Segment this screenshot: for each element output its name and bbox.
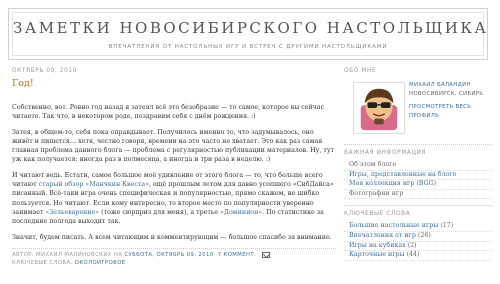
keyword-item: Впечатления от игр (26) — [344, 232, 492, 242]
blog-page: ЗАМЕТКИ НОВОСИБИРСКОГО НАСТОЛЬЩИКА Впеча… — [0, 0, 500, 284]
keywords-widget: Ключевые слова Большие настольные игры (… — [344, 205, 492, 261]
header-frame: ЗАМЕТКИ НОВОСИБИРСКОГО НАСТОЛЬЩИКА Впеча… — [12, 12, 486, 56]
keyword-link[interactable]: Впечатления от игр — [349, 232, 416, 239]
potion-making-link[interactable]: «Зельеварение» — [45, 209, 99, 216]
keyword-link[interactable]: Большие настольные игры — [349, 222, 438, 229]
sidebar-link-item: Об этом блоге — [344, 161, 492, 171]
sidebar-link[interactable]: Об этом блоге — [349, 161, 396, 168]
keyword-item: Игры на кубиках (2) — [344, 242, 492, 252]
sidebar: Обо мне Михаил Баландин Новосибирск, Сиб… — [344, 68, 492, 267]
view-full-profile-link[interactable]: Просмотреть весь профиль — [409, 103, 492, 120]
post-column: Октябрь 09, 2010 Год! Собственно, вот. Р… — [12, 68, 336, 267]
sidebar-link-item: Фотографии игр — [344, 190, 492, 200]
keywords-heading: Ключевые слова — [344, 211, 411, 218]
keyword-count: (2) — [407, 241, 417, 249]
posted-on-text: на — [113, 251, 123, 258]
important-links-list: Об этом блоге Игры, представленные на бло… — [344, 161, 492, 200]
comments-link[interactable]: 7 коммент. — [218, 252, 256, 258]
post-date: Октябрь 09, 2010 — [12, 68, 77, 74]
keyword-count: (44) — [406, 251, 420, 259]
keyword-item: Карточные игры (44) — [344, 251, 492, 261]
keyword-link[interactable]: Карточные игры — [349, 251, 405, 258]
label-link[interactable]: околоигровое — [75, 260, 126, 266]
labels-prefix: Ключевые слова: — [12, 259, 73, 266]
about-heading: Обо мне — [344, 68, 377, 74]
post-paragraph: Значит, будем писать. А всем читающим и … — [12, 233, 332, 241]
keyword-count: (17) — [440, 222, 454, 230]
blog-description: Впечатления от настольных игр и встреч с… — [108, 44, 388, 50]
keyword-link[interactable]: Игры на кубиках — [349, 242, 406, 249]
post-footer: Автор: Михаил Малиновских на суббота, ок… — [12, 247, 336, 267]
profile-info: Михаил Баландин Новосибирск, Сибирь Прос… — [409, 79, 492, 134]
munchkin-quest-review-link[interactable]: старый обзор «Манчкин Квеста» — [39, 181, 149, 188]
important-info-widget: Важная информация Об этом блоге Игры, пре… — [344, 144, 492, 200]
profile-name-link[interactable]: Михаил Баландин — [409, 81, 492, 90]
sidebar-link[interactable]: Моя коллекция игр (BGG) — [349, 180, 436, 187]
profile-location: Новосибирск, Сибирь — [409, 90, 484, 97]
author-prefix: Автор: — [12, 251, 35, 258]
post-body: Собственно, вот. Ровно год назад я затея… — [12, 103, 336, 242]
post-permalink[interactable]: суббота, октябрь 09, 2010 — [124, 252, 213, 258]
post-paragraph: Затея, в общем-то, себя пока оправдывает… — [12, 128, 335, 164]
sidebar-link[interactable]: Игры, представленные на блоге — [349, 171, 456, 178]
dominion-link[interactable]: «Доминион» — [220, 209, 262, 216]
blog-title[interactable]: ЗАМЕТКИ НОВОСИБИРСКОГО НАСТОЛЬЩИКА — [13, 19, 486, 37]
email-post-icon[interactable] — [262, 251, 271, 258]
post-paragraph: Собственно, вот. Ровно год назад я затея… — [12, 104, 325, 121]
sidebar-link-item: Игры, представленные на блоге — [344, 171, 492, 181]
post-footer-meta: Автор: Михаил Малиновских на суббота, ок… — [12, 251, 336, 259]
important-heading: Важная информация — [344, 150, 427, 156]
post-labels: Ключевые слова: околоигровое — [12, 259, 336, 267]
profile-widget: Михаил Баландин Новосибирск, Сибирь Прос… — [344, 79, 492, 134]
keywords-list: Большие настольные игры (17) Впечатления … — [344, 222, 492, 261]
post-title[interactable]: Год! — [12, 78, 336, 91]
blog-header: ЗАМЕТКИ НОВОСИБИРСКОГО НАСТОЛЬЩИКА Впеча… — [8, 8, 488, 60]
sidebar-link[interactable]: Фотографии игр — [349, 190, 403, 197]
keyword-item: Большие настольные игры (17) — [344, 222, 492, 232]
paragraph-text: (тоже сюрприз для меня), а третье — [99, 208, 221, 216]
avatar[interactable] — [353, 82, 405, 134]
sidebar-link-item: Моя коллекция игр (BGG) — [344, 180, 492, 190]
keyword-count: (26) — [417, 231, 431, 239]
post-paragraph: И читают ведь. Естати, самое большое моё… — [12, 171, 336, 227]
post-author[interactable]: Михаил Малиновских — [36, 252, 112, 258]
